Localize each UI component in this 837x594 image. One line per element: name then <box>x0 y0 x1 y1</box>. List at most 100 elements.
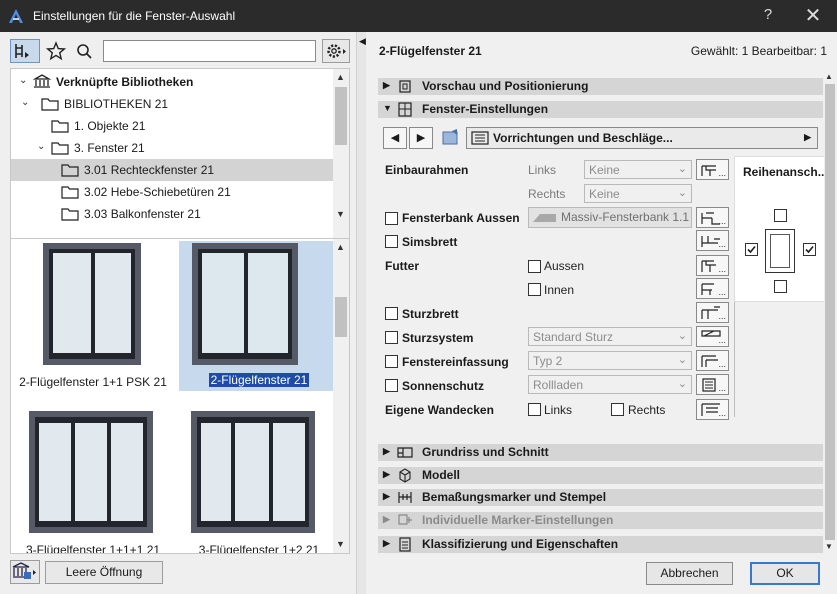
library-icon <box>33 74 51 88</box>
section-vorschau-positionierung[interactable]: ▶ Vorschau und Positionierung <box>378 78 823 95</box>
library-settings-button[interactable] <box>322 39 350 63</box>
scrollbar-thumb[interactable] <box>335 87 347 145</box>
sonnenschutz-dropdown[interactable]: Rollladen ⌄ <box>528 375 692 394</box>
expand-arrow-icon: ▶ <box>383 446 390 456</box>
tree-view-mode-button[interactable] <box>10 39 40 63</box>
section-klassifizierung[interactable]: ▶ Klassifizierung und Eigenschaften <box>378 536 823 553</box>
expand-arrow-icon: ▶ <box>383 538 390 548</box>
tree-item-rechteckfenster-21[interactable]: 3.01 Rechteckfenster 21 <box>11 159 334 181</box>
sonnenschutz-checkbox[interactable] <box>385 379 398 392</box>
collapse-left-icon[interactable]: ◀ <box>359 36 366 47</box>
scroll-down-icon[interactable]: ▼ <box>336 539 345 549</box>
ok-button[interactable]: OK <box>750 562 820 585</box>
fenstereinfassung-detail-button[interactable]: ... <box>696 350 729 371</box>
fenstereinfassung-checkbox[interactable] <box>385 355 398 368</box>
section-fenster-einstellungen[interactable]: ▼ Fenster-Einstellungen <box>378 101 823 118</box>
collapse-arrow-icon: ▼ <box>383 103 392 113</box>
series-right-checkbox[interactable] <box>803 243 816 256</box>
futter-innen-detail-button[interactable]: ... <box>696 278 729 299</box>
section-label: Bemaßungsmarker und Stempel <box>422 490 607 504</box>
series-top-checkbox[interactable] <box>774 209 787 222</box>
close-button[interactable]: ✕ <box>800 3 826 28</box>
library-manager-icon <box>12 562 36 579</box>
gallery-item[interactable]: 2-Flügelfenster 1+1 PSK 21 <box>13 241 173 391</box>
simsbrett-detail-button[interactable]: ... <box>696 230 729 251</box>
chevron-down-icon[interactable]: ⌄ <box>21 97 31 108</box>
gallery-item[interactable]: 3-Flügelfenster 1+1+1 21 <box>13 409 173 553</box>
tree-item-bibliotheken-21[interactable]: ⌄ BIBLIOTHEKEN 21 <box>11 93 334 115</box>
chevron-down-icon[interactable]: ⌄ <box>37 141 47 152</box>
section-individuelle-marker: ▶ Individuelle Marker-Einstellungen <box>378 512 823 529</box>
scroll-down-icon[interactable]: ▼ <box>336 209 345 219</box>
scrollbar-thumb[interactable] <box>335 297 347 337</box>
futter-aussen-detail-button[interactable]: ... <box>696 255 729 276</box>
sturzbrett-checkbox[interactable] <box>385 307 398 320</box>
fenstereinfassung-dropdown[interactable]: Typ 2 ⌄ <box>528 351 692 370</box>
tree-item-objekte-21[interactable]: 1. Objekte 21 <box>11 115 334 137</box>
tree-item-balkonfenster-21[interactable]: 3.03 Balkonfenster 21 <box>11 203 334 225</box>
tree-scrollbar[interactable]: ▲ ▼ <box>333 69 349 261</box>
futter-label: Futter <box>385 259 419 273</box>
rechts-label: Rechts <box>528 187 566 201</box>
wandecken-rechts-checkbox[interactable] <box>611 403 624 416</box>
sturzbrett-detail-button[interactable]: ... <box>696 302 729 323</box>
settings-scrollbar[interactable]: ▲ ▼ <box>824 70 836 554</box>
einbaurahmen-links-dropdown[interactable]: Keine ⌄ <box>584 160 692 179</box>
gallery-scrollbar[interactable]: ▲ ▼ <box>333 239 349 553</box>
tree-item-verknuepfte-bibliotheken[interactable]: ⌄ Verknüpfte Bibliotheken <box>11 71 334 93</box>
wandecken-detail-button[interactable]: ... <box>696 399 729 420</box>
section-modell[interactable]: ▶ Modell <box>378 467 823 484</box>
scrollbar-thumb[interactable] <box>825 84 835 540</box>
folder-icon <box>61 208 79 221</box>
gallery-item-label: 2-Flügelfenster 21 <box>208 373 310 387</box>
scroll-down-icon[interactable]: ▼ <box>825 542 833 551</box>
fensterbank-detail-button[interactable]: ... <box>696 207 729 228</box>
sonnenschutz-detail-button[interactable]: ... <box>696 374 729 395</box>
einbaurahmen-links-detail-button[interactable]: ... <box>696 159 729 180</box>
series-view-box: Reihenansch... <box>734 156 830 302</box>
gear-icon <box>327 44 346 58</box>
section-grundriss-schnitt[interactable]: ▶ Grundriss und Schnitt <box>378 444 823 461</box>
section-bemassungsmarker[interactable]: ▶ Bemaßungsmarker und Stempel <box>378 489 823 506</box>
archicad-app-icon <box>9 9 23 23</box>
series-left-checkbox[interactable] <box>745 243 758 256</box>
sturzsystem-dropdown[interactable]: Standard Sturz ⌄ <box>528 327 692 346</box>
fensterbank-aussen-checkbox[interactable] <box>385 212 398 225</box>
einbaurahmen-rechts-dropdown[interactable]: Keine ⌄ <box>584 184 692 203</box>
futter-innen-checkbox[interactable] <box>528 283 541 296</box>
gallery-item[interactable]: 3-Flügelfenster 1+2 21 <box>179 409 339 553</box>
search-input[interactable] <box>103 40 316 62</box>
tree-item-fenster-21[interactable]: ⌄ 3. Fenster 21 <box>11 137 334 159</box>
scroll-up-icon[interactable]: ▲ <box>336 242 345 252</box>
tree-item-hebe-schiebetueren-21[interactable]: 3.02 Hebe-Schiebetüren 21 <box>11 181 334 203</box>
section-label: Grundriss und Schnitt <box>422 445 549 459</box>
scroll-up-icon[interactable]: ▲ <box>825 72 833 81</box>
simsbrett-checkbox[interactable] <box>385 235 398 248</box>
previous-page-button[interactable]: ◀ <box>383 127 407 149</box>
chevron-down-icon[interactable]: ⌄ <box>19 75 29 86</box>
scroll-up-icon[interactable]: ▲ <box>336 72 345 82</box>
futter-aussen-checkbox[interactable] <box>528 260 541 273</box>
library-manager-button[interactable] <box>10 560 40 584</box>
folder-icon <box>51 120 69 133</box>
fensterbank-dropdown[interactable]: Massiv-Fensterbank 1.1 <box>528 207 692 228</box>
empty-opening-button[interactable]: Leere Öffnung <box>45 561 163 584</box>
favorites-button[interactable] <box>44 39 68 63</box>
title-bar: Einstellungen für die Fenster-Auswahl ? … <box>0 0 837 32</box>
next-page-button[interactable]: ▶ <box>409 127 433 149</box>
search-button[interactable] <box>72 39 96 63</box>
panel-settings-icon[interactable] <box>440 128 462 148</box>
gallery-item-selected[interactable]: 2-Flügelfenster 21 <box>179 241 339 391</box>
tree-item-label: 3.01 Rechteckfenster 21 <box>84 163 215 177</box>
wandecken-links-checkbox[interactable] <box>528 403 541 416</box>
cancel-button[interactable]: Abbrechen <box>646 562 733 585</box>
tree-view-icon <box>15 44 29 58</box>
sturzsystem-detail-button[interactable]: ... <box>696 326 729 347</box>
series-view-title: Reihenansch... <box>743 165 828 179</box>
sturzsystem-checkbox[interactable] <box>385 331 398 344</box>
series-bottom-checkbox[interactable] <box>774 280 787 293</box>
help-button[interactable]: ? <box>756 6 780 23</box>
panel-splitter[interactable]: ◀ <box>356 32 366 594</box>
tree-item-label: 1. Objekte 21 <box>74 119 146 133</box>
panel-selector-dropdown[interactable]: Vorrichtungen und Beschläge... ▶ <box>466 127 818 149</box>
